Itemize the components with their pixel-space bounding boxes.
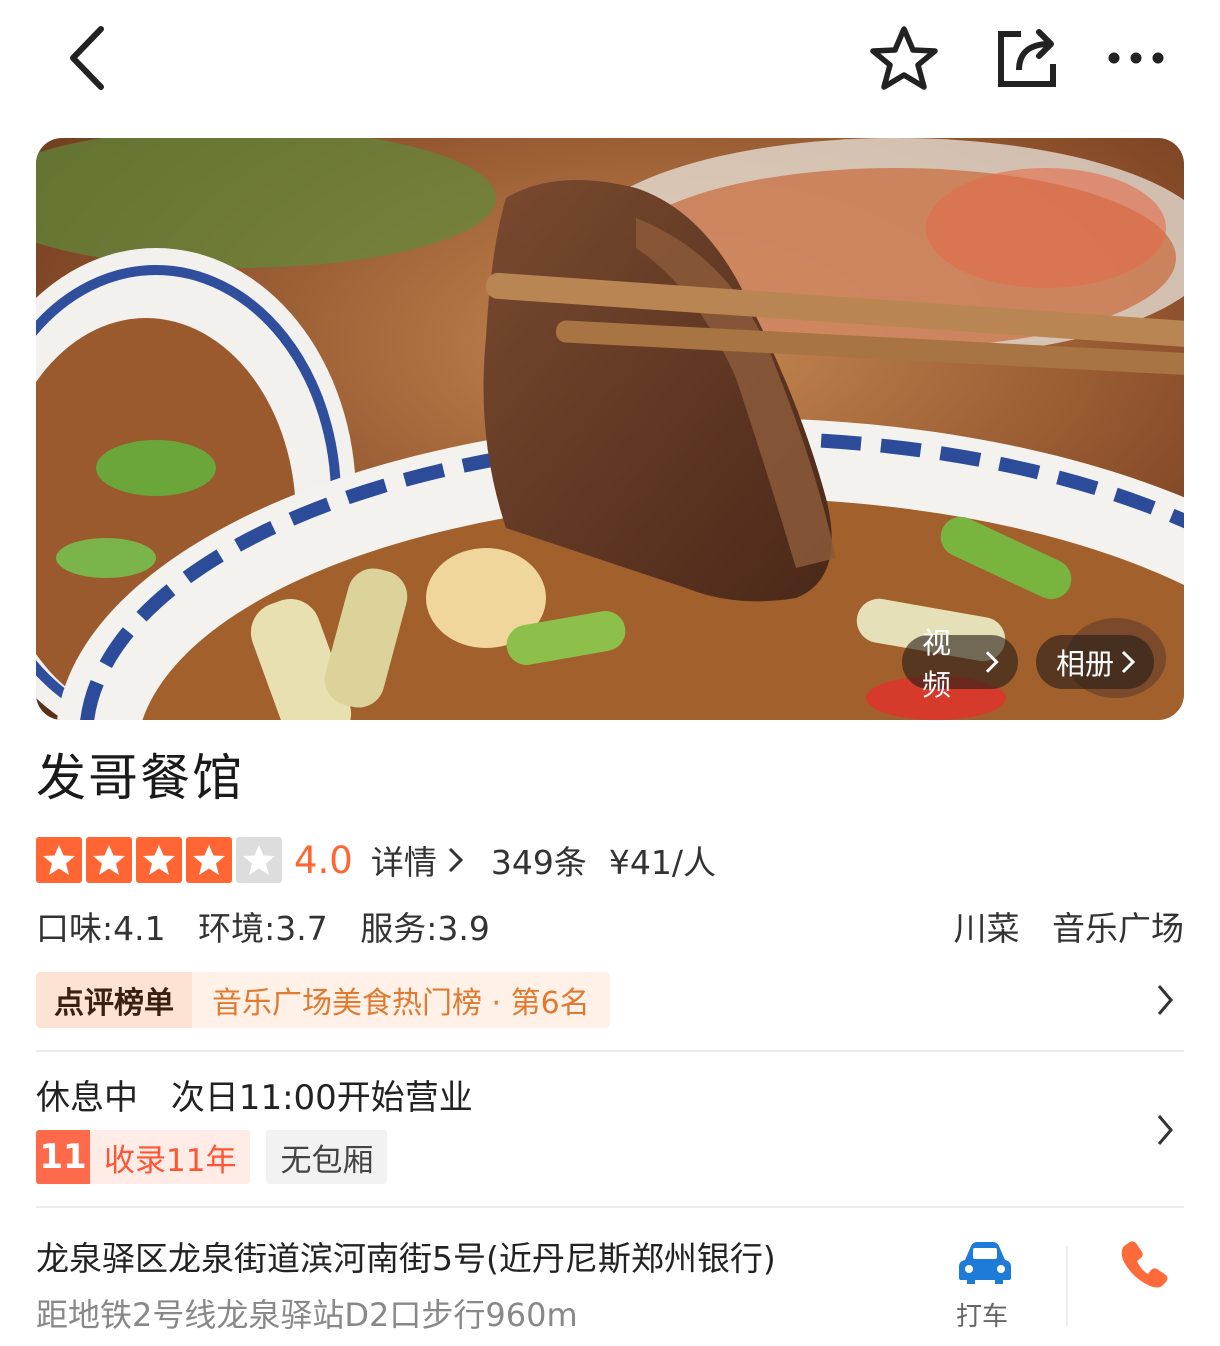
service-score: 服务:3.9 xyxy=(360,909,490,948)
next-open-time: 次日11:00开始营业 xyxy=(170,1078,473,1118)
phone-button[interactable] xyxy=(1118,1238,1170,1294)
top-bar xyxy=(0,0,1220,120)
chevron-right-icon[interactable] xyxy=(1154,1112,1176,1148)
star-filled-icon xyxy=(36,837,82,883)
album-button[interactable]: 相册 xyxy=(1036,635,1154,689)
divider xyxy=(36,1050,1184,1052)
ranking-tag: 点评榜单 音乐广场美食热门榜 · 第6名 xyxy=(36,972,610,1028)
star-rating xyxy=(36,837,282,883)
more-dots-icon[interactable] xyxy=(1100,22,1172,94)
business-hours[interactable]: 休息中 次日11:00开始营业 xyxy=(36,1070,473,1119)
restaurant-name: 发哥餐馆 xyxy=(36,749,244,807)
chevron-right-icon xyxy=(1121,650,1136,674)
category-tags: 川菜 音乐广场 xyxy=(932,902,1185,950)
subscores-row: 口味:4.1 环境:3.7 服务:3.9 川菜 音乐广场 xyxy=(36,902,1184,950)
video-label: 视频 xyxy=(922,626,952,702)
share-icon[interactable] xyxy=(990,22,1064,94)
open-status: 休息中 xyxy=(36,1078,138,1118)
feature-badges: 11 收录11年 无包厢 xyxy=(36,1130,388,1184)
subscores: 口味:4.1 环境:3.7 服务:3.9 xyxy=(36,902,512,950)
divider xyxy=(36,1206,1184,1208)
phone-icon xyxy=(1121,1241,1168,1288)
private-room-badge: 无包厢 xyxy=(266,1130,388,1184)
rating-detail-link[interactable]: 详情 xyxy=(371,836,467,884)
metro-distance: 距地铁2号线龙泉驿站D2口步行960m xyxy=(36,1296,578,1334)
action-separator xyxy=(1066,1246,1068,1326)
ranking-badge: 点评榜单 xyxy=(36,972,192,1028)
review-count[interactable]: 349条 xyxy=(491,836,587,884)
price-per-person: ¥41/人 xyxy=(608,843,716,882)
album-label: 相册 xyxy=(1056,647,1115,681)
chevron-right-icon xyxy=(986,651,1000,673)
cuisine-tag[interactable]: 川菜 xyxy=(954,909,1020,948)
chevron-right-icon xyxy=(1157,985,1173,1015)
years-number: 11 xyxy=(36,1130,90,1184)
star-filled-icon xyxy=(136,837,182,883)
years-badge: 11 收录11年 xyxy=(36,1130,251,1184)
environment-score: 环境:3.7 xyxy=(198,909,328,948)
star-filled-icon xyxy=(186,837,232,883)
rating-score: 4.0 xyxy=(294,838,353,882)
hero-photo[interactable]: 视频 相册 xyxy=(36,138,1184,720)
car-icon xyxy=(959,1242,1011,1284)
taste-score: 口味:4.1 xyxy=(36,909,166,948)
food-photo-illustration xyxy=(36,138,1184,720)
chevron-right-icon xyxy=(448,847,463,873)
taxi-button[interactable] xyxy=(950,1240,1020,1288)
address-text[interactable]: 龙泉驿区龙泉街道滨河南街5号(近丹尼斯郑州银行) xyxy=(36,1232,776,1280)
star-outline-icon[interactable] xyxy=(866,22,942,94)
back-arrow-icon[interactable] xyxy=(52,22,122,94)
video-button[interactable]: 视频 xyxy=(902,626,1018,702)
area-tag[interactable]: 音乐广场 xyxy=(1052,909,1184,948)
star-empty-icon xyxy=(236,837,282,883)
ranking-text: 音乐广场美食热门榜 · 第6名 xyxy=(192,972,610,1028)
taxi-label: 打车 xyxy=(956,1302,1009,1332)
ranking-row[interactable]: 点评榜单 音乐广场美食热门榜 · 第6名 xyxy=(36,972,1184,1028)
star-filled-icon xyxy=(86,837,132,883)
detail-label: 详情 xyxy=(370,843,437,882)
years-label: 收录11年 xyxy=(90,1130,251,1184)
rating-row: 4.0 详情 349条 ¥41/人 xyxy=(36,834,716,886)
